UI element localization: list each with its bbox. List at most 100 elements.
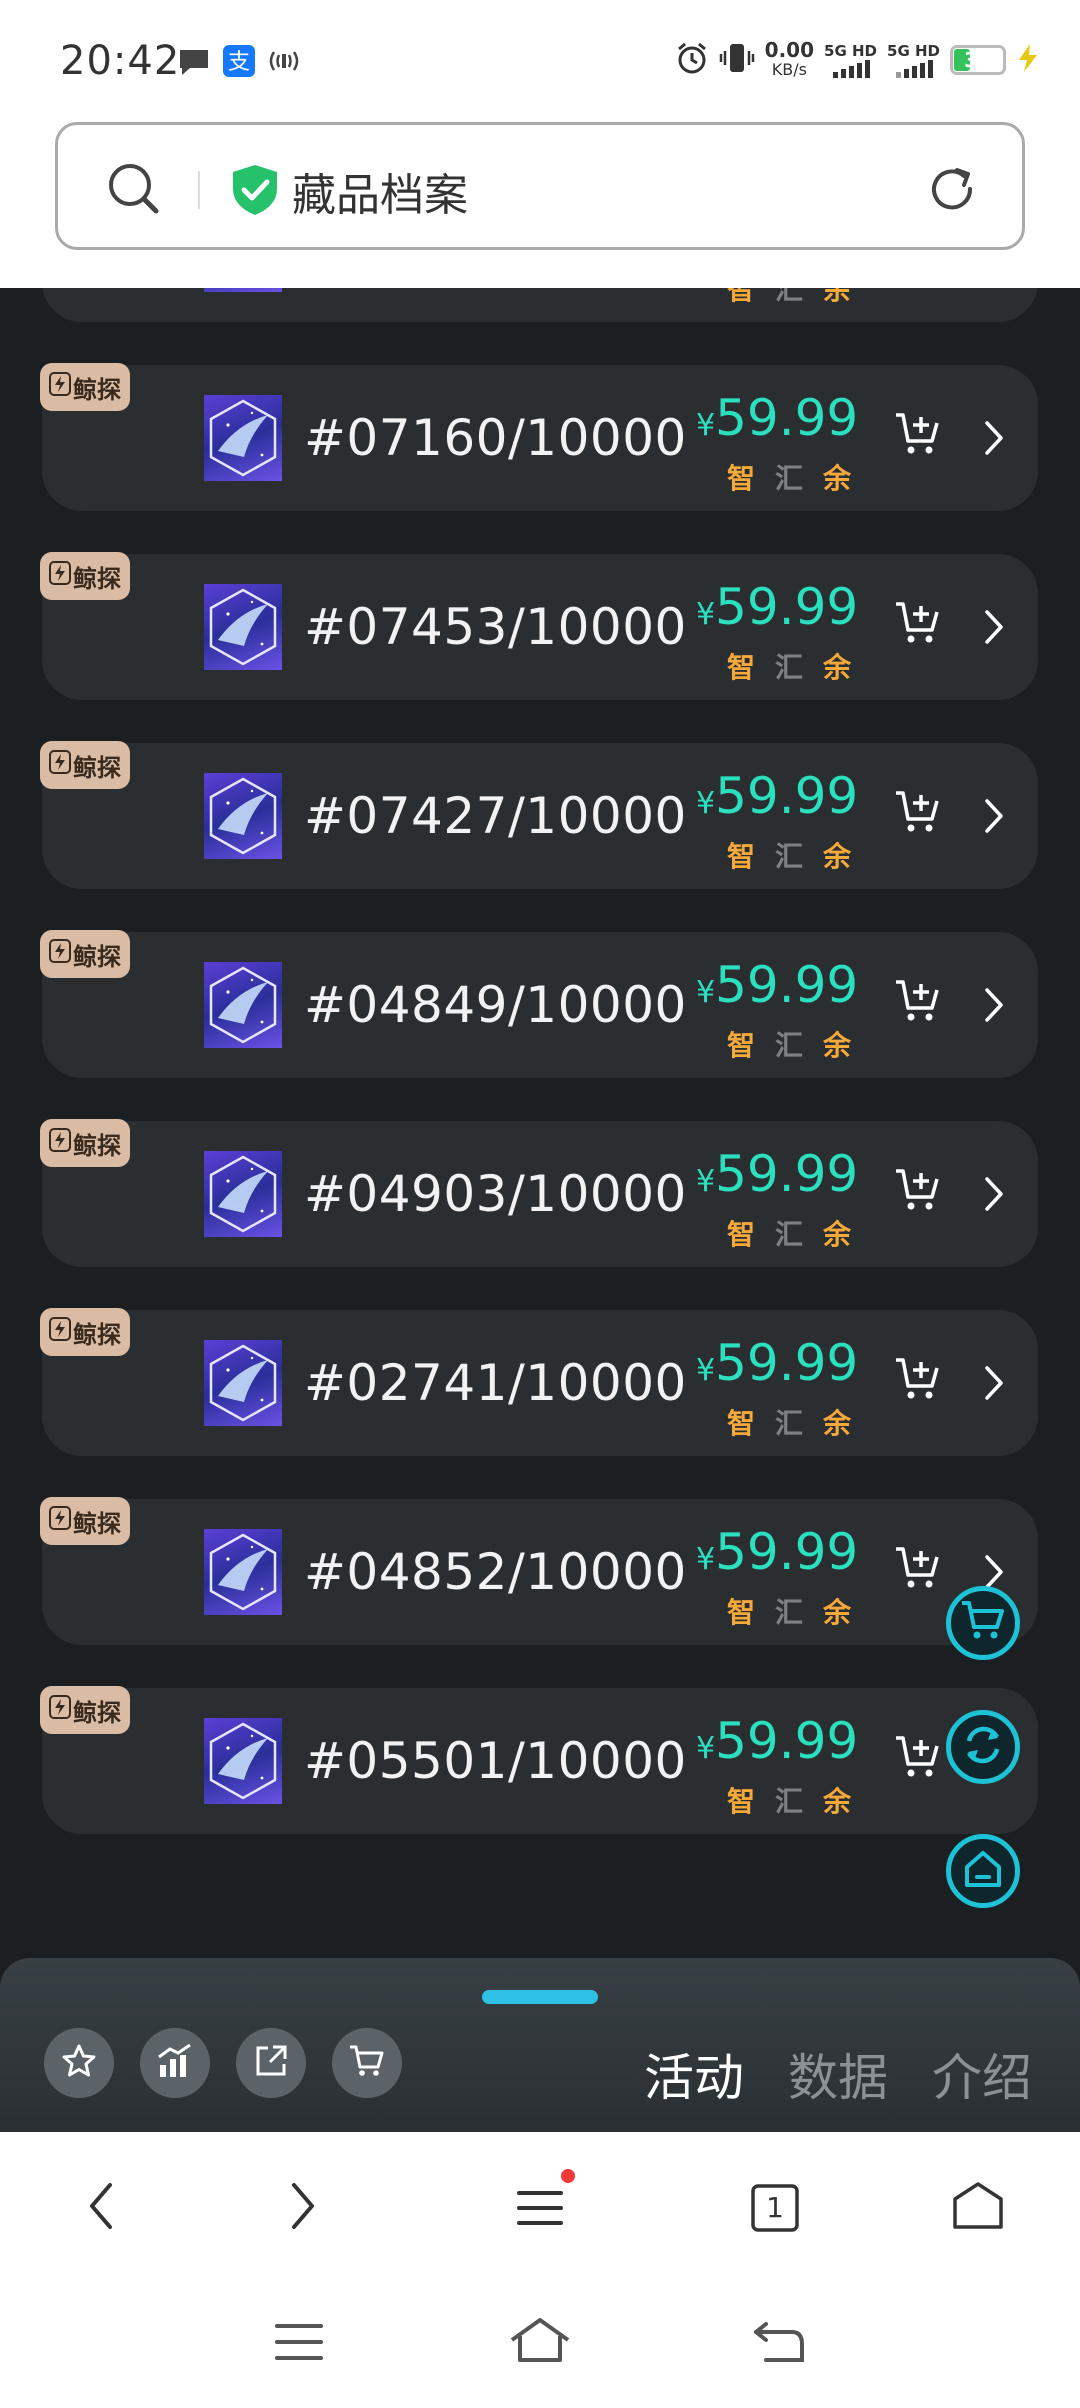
serial-number: #07427/10000 — [304, 787, 687, 845]
tabs-button[interactable]: 1 — [745, 2178, 805, 2238]
jingtan-badge: 鲸探 — [40, 741, 130, 789]
floating-home-button[interactable] — [946, 1834, 1020, 1908]
address-bar[interactable]: 藏品档案 — [55, 122, 1025, 250]
jingtan-badge: 鲸探 — [40, 1686, 130, 1734]
system-back-icon[interactable] — [752, 2318, 806, 2370]
collectible-thumbnail — [204, 1151, 282, 1237]
menu-button[interactable] — [510, 2169, 575, 2238]
jingtan-badge: 鲸探 — [40, 552, 130, 600]
add-to-cart-icon[interactable] — [894, 600, 944, 652]
chart-icon — [156, 2043, 194, 2083]
badge-label: 鲸探 — [73, 1698, 121, 1727]
badge-label: 鲸探 — [73, 753, 121, 782]
collectible-card[interactable]: 鲸探 #07160/10000 ¥59.99 智汇余 — [40, 363, 1038, 511]
lightning-icon — [49, 561, 71, 591]
tag-hui: 汇 — [774, 1596, 803, 1629]
tag-zhi: 智 — [726, 1596, 755, 1629]
collectible-card[interactable]: 鲸探 #05501/10000 ¥59.99 智汇余 — [40, 1686, 1038, 1834]
panel-cart-button[interactable] — [332, 2028, 402, 2098]
add-to-cart-icon[interactable] — [894, 411, 944, 463]
price-value: 59.99 — [715, 767, 859, 825]
tag-hui: 汇 — [774, 1407, 803, 1440]
favorite-button[interactable] — [44, 2028, 114, 2098]
tag-yu: 余 — [822, 1407, 851, 1440]
panel-drag-handle[interactable] — [482, 1990, 598, 2004]
chevron-right-icon[interactable] — [982, 1175, 1006, 1217]
chart-button[interactable] — [140, 2028, 210, 2098]
share-button[interactable] — [236, 2028, 306, 2098]
tag-hui: 汇 — [774, 1218, 803, 1251]
message-icon — [176, 46, 212, 82]
collectible-thumbnail — [204, 584, 282, 670]
price: ¥59.99 — [696, 1145, 858, 1203]
price-currency: ¥ — [696, 786, 716, 821]
collectible-thumbnail — [204, 962, 282, 1048]
price-value: 59.99 — [715, 1523, 859, 1581]
system-home-icon[interactable] — [508, 2316, 572, 2370]
chevron-right-icon[interactable] — [982, 797, 1006, 839]
charging-icon — [1016, 43, 1040, 77]
tab-activity[interactable]: 活动 — [644, 2038, 744, 2110]
add-to-cart-icon[interactable] — [894, 978, 944, 1030]
menu-icon — [515, 2169, 575, 2231]
network-speed: 0.00 KB/s — [765, 40, 814, 80]
payment-tags: 智汇余 — [726, 1402, 852, 1442]
collectible-card[interactable]: 鲸探 #04903/10000 ¥59.99 智汇余 — [40, 1119, 1038, 1267]
collectible-card[interactable]: 鲸探 #04849/10000 ¥59.99 智汇余 — [40, 930, 1038, 1078]
price: ¥59.99 — [696, 1334, 858, 1392]
tag-zhi: 智 — [726, 1029, 755, 1062]
chevron-right-icon[interactable] — [982, 419, 1006, 461]
tag-zhi: 智 — [726, 651, 755, 684]
cart-icon — [348, 2043, 386, 2083]
back-button[interactable] — [72, 2178, 132, 2238]
add-to-cart-icon[interactable] — [894, 1545, 944, 1597]
tabs-icon: 1 — [750, 2183, 800, 2233]
collectible-thumbnail — [204, 1340, 282, 1426]
nfc-icon — [266, 46, 302, 80]
forward-button[interactable] — [272, 2178, 332, 2238]
serial-number: #04849/10000 — [304, 976, 687, 1034]
tag-hui: 汇 — [774, 288, 803, 306]
tab-intro[interactable]: 介绍 — [932, 2038, 1032, 2110]
collectible-card[interactable]: 鲸探 #07453/10000 ¥59.99 智汇余 — [40, 552, 1038, 700]
collectible-card[interactable]: 鲸探 #07427/10000 ¥59.99 智汇余 — [40, 741, 1038, 889]
collectible-thumbnail — [204, 288, 282, 292]
payment-tags: 智汇余 — [726, 457, 852, 497]
sim2-signal: 5G HD — [887, 42, 940, 78]
reload-icon[interactable] — [924, 161, 980, 221]
price-currency: ¥ — [696, 975, 716, 1010]
page-title: 藏品档案 — [292, 170, 468, 221]
jingtan-badge: 鲸探 — [40, 1497, 130, 1545]
status-right: 0.00 KB/s 5G HD 5G HD 31 — [675, 40, 1040, 80]
chevron-right-icon[interactable] — [982, 986, 1006, 1028]
collectible-card[interactable]: 鲸探 #02741/10000 ¥59.99 智汇余 — [40, 1308, 1038, 1456]
search-icon[interactable] — [106, 161, 162, 221]
payment-tags: 智汇余 — [726, 1024, 852, 1064]
add-to-cart-icon[interactable] — [894, 1734, 944, 1786]
add-to-cart-icon[interactable] — [894, 1167, 944, 1219]
price: ¥59.99 — [696, 1712, 858, 1770]
lightning-icon — [49, 1506, 71, 1536]
recents-icon[interactable] — [274, 2320, 324, 2368]
tag-zhi: 智 — [726, 1785, 755, 1818]
price-currency: ¥ — [696, 1164, 716, 1199]
chevron-right-icon[interactable] — [982, 608, 1006, 650]
tag-hui: 汇 — [774, 1785, 803, 1818]
tab-data[interactable]: 数据 — [788, 2038, 888, 2110]
payment-tags: 智汇余 — [726, 835, 852, 875]
collectible-card[interactable]: 鲸探 #04852/10000 ¥59.99 智汇余 — [40, 1497, 1038, 1645]
floating-refresh-button[interactable] — [946, 1710, 1020, 1784]
chevron-right-icon — [282, 2181, 322, 2235]
badge-label: 鲸探 — [73, 375, 121, 404]
add-to-cart-icon[interactable] — [894, 789, 944, 841]
home-page-button[interactable] — [948, 2178, 1008, 2238]
collectible-card[interactable]: 鲸探#09735/10000¥59.99智汇余 — [42, 288, 1038, 322]
chevron-right-icon[interactable] — [982, 1364, 1006, 1406]
floating-cart-button[interactable] — [946, 1586, 1020, 1660]
jingtan-badge: 鲸探 — [40, 1308, 130, 1356]
lightning-icon — [49, 1317, 71, 1347]
price-value: 59.99 — [715, 389, 859, 447]
badge-label: 鲸探 — [73, 1320, 121, 1349]
add-to-cart-icon[interactable] — [894, 1356, 944, 1408]
price-value: 59.99 — [715, 1145, 859, 1203]
